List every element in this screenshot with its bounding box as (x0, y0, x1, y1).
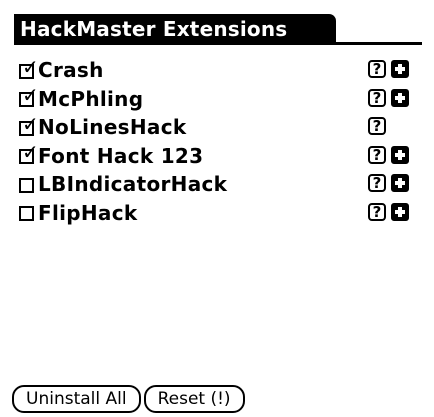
hack-enable-checkbox[interactable]: ✓ (19, 114, 39, 136)
bottom-button-bar: Uninstall All Reset (!) (12, 385, 248, 413)
app-title: HackMaster Extensions (14, 14, 336, 44)
plus-icon (398, 64, 402, 74)
reset-button[interactable]: Reset (!) (143, 385, 245, 413)
hack-name-label[interactable]: Crash (38, 58, 104, 82)
help-button[interactable]: ? (368, 174, 386, 192)
hack-row-buttons: ? (368, 145, 414, 164)
checkmark-icon: ✓ (22, 140, 39, 165)
hack-row-buttons: ? (368, 88, 414, 107)
hack-name-label[interactable]: McPhling (38, 87, 143, 111)
hack-enable-checkbox[interactable] (19, 177, 34, 193)
hack-row: FlipHack? (19, 199, 419, 228)
plus-icon (398, 92, 402, 103)
plus-icon (398, 178, 402, 188)
help-button[interactable]: ? (368, 145, 386, 164)
preferences-button[interactable] (391, 88, 409, 107)
title-bar: HackMaster Extensions (14, 14, 422, 45)
help-button[interactable]: ? (368, 60, 386, 78)
hack-row: ✓ McPhling? (19, 85, 419, 114)
checkmark-icon: ✓ (22, 83, 39, 108)
hackmaster-screen: HackMaster Extensions ✓ Crash? ✓ McPhling? ✓… (0, 0, 434, 417)
hack-row-buttons: ? (368, 60, 414, 78)
hack-name-label[interactable]: LBIndicatorHack (38, 172, 227, 196)
plus-icon (398, 149, 402, 160)
preferences-button[interactable] (391, 174, 409, 192)
hack-row: ✓ Crash? (19, 56, 419, 85)
hack-enable-checkbox[interactable]: ✓ (19, 142, 39, 165)
hack-name-label[interactable]: FlipHack (38, 201, 137, 225)
hack-enable-checkbox[interactable]: ✓ (19, 57, 39, 79)
hack-name-label[interactable]: NoLinesHack (38, 115, 186, 139)
preferences-button[interactable] (391, 202, 409, 221)
help-button[interactable]: ? (368, 202, 386, 221)
checkmark-icon: ✓ (22, 111, 39, 136)
hack-enable-checkbox[interactable]: ✓ (19, 85, 39, 108)
checkmark-icon: ✓ (22, 54, 39, 79)
hack-list: ✓ Crash? ✓ McPhling? ✓ NoLinesHack? ✓ Font Hack… (19, 56, 419, 227)
hack-row-buttons: ? (368, 202, 414, 221)
hack-row-buttons: ? (368, 117, 391, 135)
hack-row: ✓ Font Hack 123? (19, 142, 419, 171)
hack-enable-checkbox[interactable] (19, 206, 34, 222)
preferences-button[interactable] (391, 145, 409, 164)
plus-icon (398, 206, 402, 217)
preferences-button[interactable] (391, 60, 409, 78)
help-button[interactable]: ? (368, 88, 386, 107)
hack-row-buttons: ? (368, 174, 414, 192)
uninstall-all-button[interactable]: Uninstall All (12, 385, 141, 413)
hack-row: ✓ NoLinesHack? (19, 113, 419, 142)
help-button[interactable]: ? (368, 117, 386, 135)
hack-name-label[interactable]: Font Hack 123 (38, 144, 203, 168)
hack-row: LBIndicatorHack? (19, 170, 419, 199)
title-underline (14, 42, 422, 45)
